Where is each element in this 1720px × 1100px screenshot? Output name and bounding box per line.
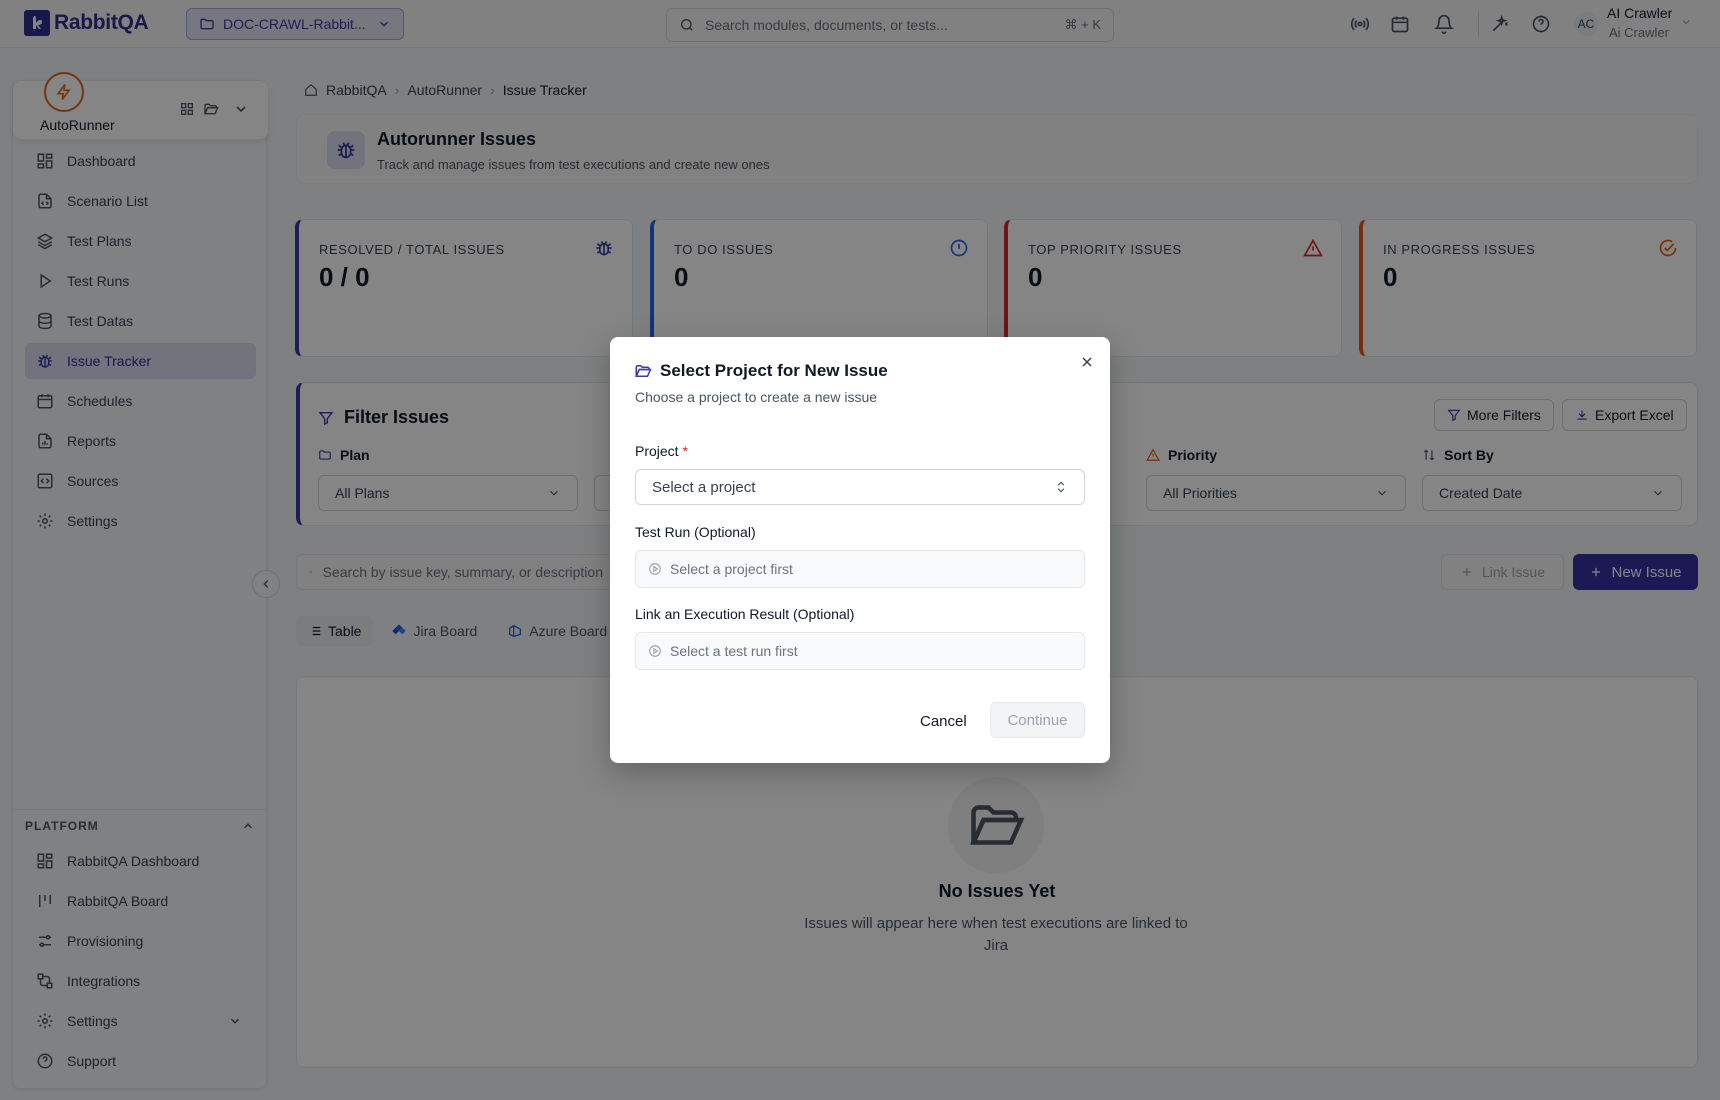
execution-result-placeholder: Select a test run first — [670, 643, 798, 659]
play-circle-icon — [649, 645, 661, 657]
project-select-placeholder: Select a project — [652, 478, 756, 496]
project-field-label: Project * — [635, 443, 688, 459]
test-run-select[interactable]: Select a project first — [635, 550, 1085, 588]
dialog-subtitle: Choose a project to create a new issue — [635, 389, 878, 405]
test-run-placeholder: Select a project first — [670, 561, 793, 577]
play-circle-icon — [649, 563, 661, 575]
test-run-field-label: Test Run (Optional) — [635, 524, 756, 540]
execution-result-select[interactable]: Select a test run first — [635, 632, 1085, 670]
folder-open-icon — [635, 365, 652, 377]
execution-field-label: Link an Execution Result (Optional) — [635, 606, 855, 622]
dialog-title: Select Project for New Issue — [634, 361, 888, 381]
required-mark: * — [682, 443, 688, 459]
project-select[interactable]: Select a project — [635, 469, 1085, 505]
close-icon[interactable] — [1079, 354, 1095, 370]
continue-button[interactable]: Continue — [990, 702, 1085, 738]
cancel-button[interactable]: Cancel — [908, 703, 979, 739]
chevron-up-down-icon — [1057, 481, 1065, 493]
project-label-text: Project — [635, 443, 679, 459]
dialog-title-text: Select Project for New Issue — [660, 361, 888, 380]
select-project-dialog: Select Project for New Issue Choose a pr… — [610, 337, 1110, 763]
